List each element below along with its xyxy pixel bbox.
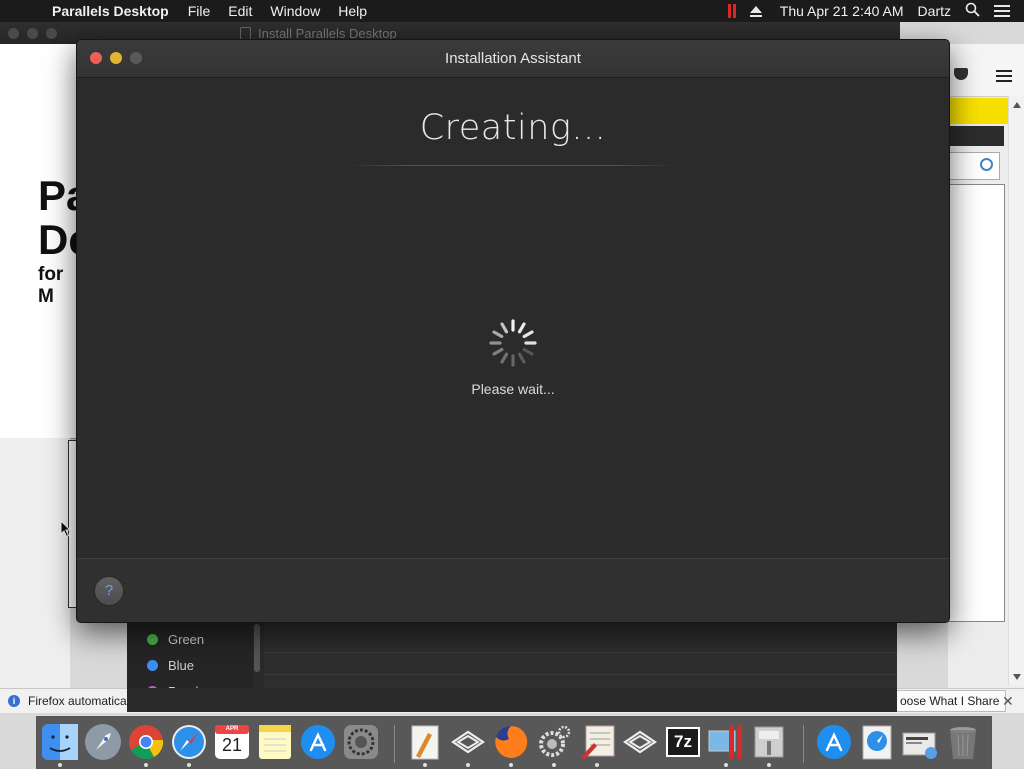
heading-divider xyxy=(347,165,677,166)
launchpad-icon[interactable] xyxy=(84,723,122,761)
choose-what-i-share-button[interactable]: oose What I Share xyxy=(893,690,1007,712)
7zip-icon[interactable]: 7z xyxy=(664,723,702,761)
app-store-icon[interactable] xyxy=(299,723,337,761)
window-title: Installation Assistant xyxy=(445,50,581,67)
window-titlebar[interactable]: Installation Assistant xyxy=(77,40,949,78)
progress-heading: Creating... xyxy=(419,108,607,148)
downloads-icon[interactable] xyxy=(858,723,896,761)
blue-dot-icon xyxy=(147,659,158,671)
app-menu[interactable]: Parallels Desktop xyxy=(52,3,169,19)
notification-text: Firefox automatically xyxy=(28,694,139,708)
documents-icon[interactable] xyxy=(901,723,939,761)
firefox-icon[interactable] xyxy=(492,723,530,767)
chrome-icon[interactable] xyxy=(127,723,165,767)
green-dot-icon xyxy=(147,633,158,645)
eject-icon[interactable] xyxy=(749,5,762,17)
system-preferences-icon[interactable] xyxy=(342,723,380,761)
info-icon: i xyxy=(8,695,20,707)
menu-edit[interactable]: Edit xyxy=(228,3,252,19)
settings-gears-icon[interactable] xyxy=(535,723,573,767)
spotlight-search-icon[interactable] xyxy=(965,2,980,20)
installation-assistant-window: Installation Assistant Creating... Pleas… xyxy=(76,39,950,623)
tags-panel-bottom xyxy=(127,688,897,712)
user-menu[interactable]: Dartz xyxy=(918,3,951,19)
page-navbar xyxy=(948,126,1004,146)
clock[interactable]: Thu Apr 21 2:40 AM xyxy=(780,3,904,19)
script-editor-icon[interactable] xyxy=(578,723,616,767)
notification-center-icon[interactable] xyxy=(994,5,1010,17)
sidebar-scrollbar[interactable] xyxy=(254,624,260,672)
tag-green[interactable]: Green xyxy=(147,630,204,648)
menu-bar: Parallels Desktop File Edit Window Help … xyxy=(0,0,1024,22)
parallels-status-icon[interactable] xyxy=(727,4,736,18)
pocket-icon[interactable] xyxy=(954,68,968,80)
safari-icon[interactable] xyxy=(170,723,208,767)
firefox-window-edge xyxy=(948,44,1024,710)
window-footer: ? xyxy=(77,558,949,622)
parallels-desktop-icon[interactable] xyxy=(707,723,745,767)
menu-help[interactable]: Help xyxy=(338,3,367,19)
loading-spinner-icon xyxy=(489,319,537,367)
page-content xyxy=(948,184,1005,622)
notes-icon[interactable] xyxy=(256,723,294,761)
textedit-icon[interactable] xyxy=(406,723,444,767)
background-web-page: Pa De for M xyxy=(0,44,92,439)
firefox-toolbar xyxy=(948,44,1024,97)
menu-window[interactable]: Window xyxy=(270,3,320,19)
parallels-icon[interactable] xyxy=(449,723,487,767)
calendar-icon[interactable]: APR 21 xyxy=(213,723,251,761)
close-icon[interactable]: ✕ xyxy=(1002,693,1014,710)
help-button[interactable]: ? xyxy=(94,576,124,606)
parallels-alt-icon[interactable] xyxy=(621,723,659,761)
dock: APR 21 7z xyxy=(36,716,992,769)
menu-file[interactable]: File xyxy=(188,3,211,19)
page-scrollbar[interactable] xyxy=(1008,96,1024,686)
status-text: Please wait... xyxy=(471,381,555,397)
trash-icon[interactable] xyxy=(944,723,982,761)
archive-utility-icon[interactable] xyxy=(750,723,788,767)
app-store-2-icon[interactable] xyxy=(815,723,853,761)
page-banner xyxy=(948,98,1008,124)
page-search-input[interactable] xyxy=(948,152,1000,180)
finder-icon[interactable] xyxy=(41,723,79,767)
mouse-cursor-icon xyxy=(60,520,72,538)
background-window-controls[interactable] xyxy=(8,28,57,39)
tag-blue[interactable]: Blue xyxy=(147,656,194,674)
background-area xyxy=(0,438,78,708)
page-subheading: for M xyxy=(38,264,64,307)
hamburger-menu-icon[interactable] xyxy=(996,70,1012,82)
search-icon[interactable] xyxy=(980,158,993,171)
